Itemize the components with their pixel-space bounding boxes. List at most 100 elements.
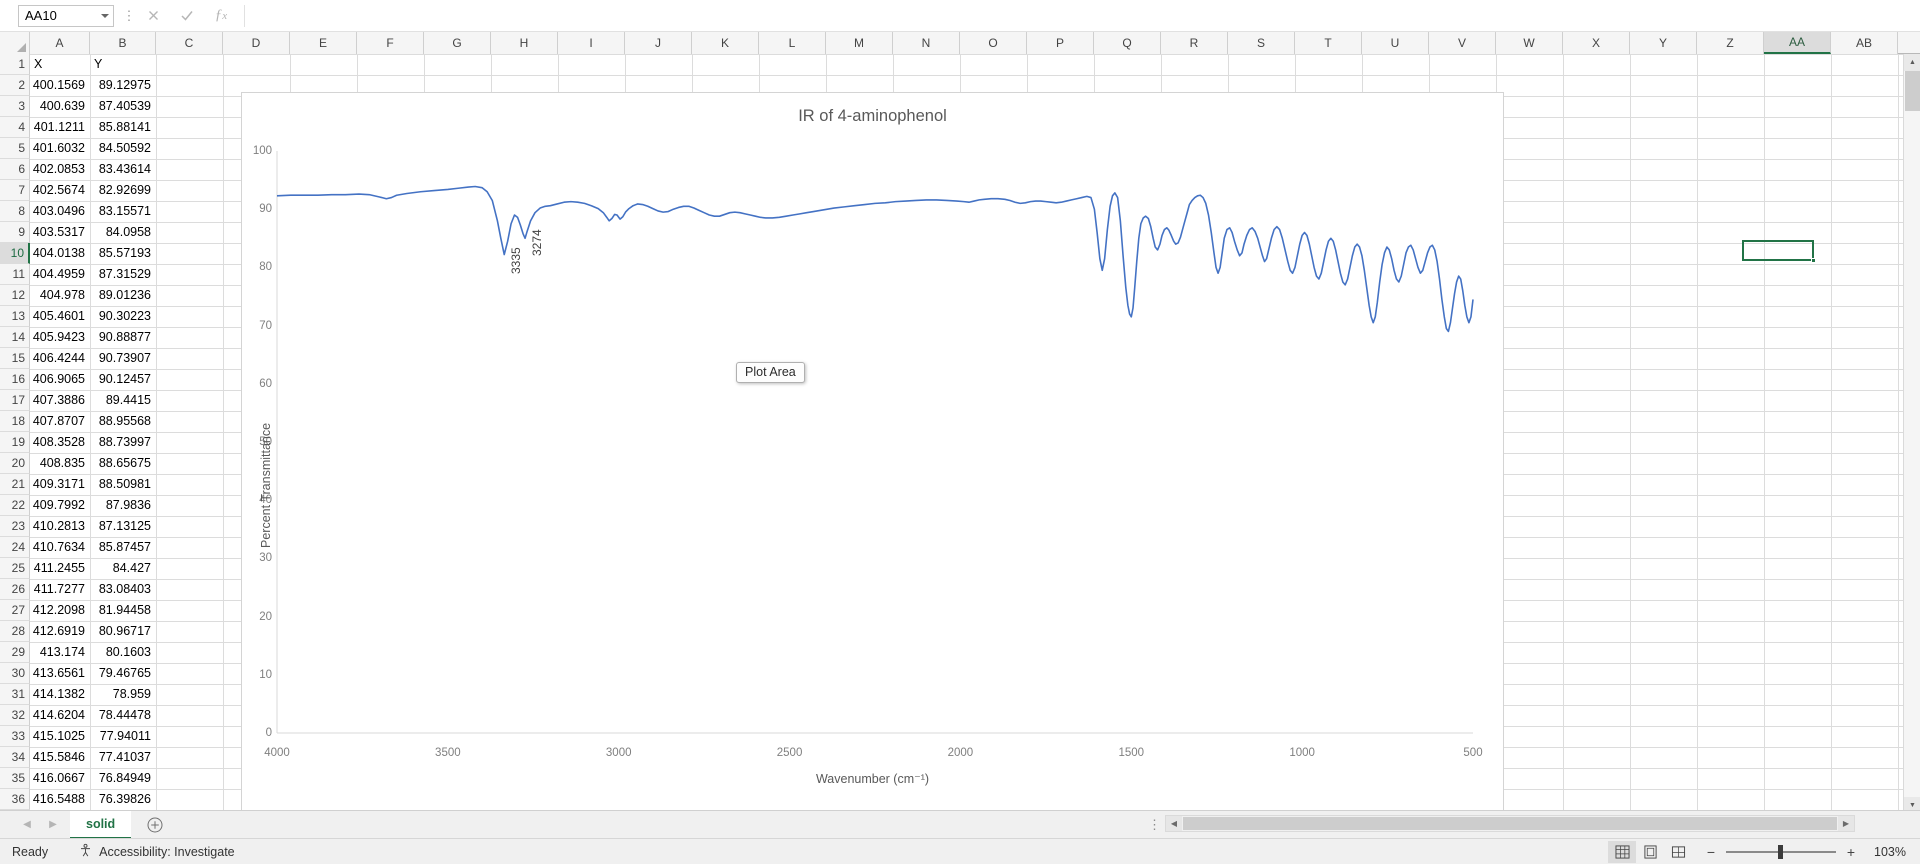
row-header-14[interactable]: 14 <box>0 327 30 348</box>
row-header-30[interactable]: 30 <box>0 663 30 684</box>
cell-B6[interactable]: 83.43614 <box>90 159 156 179</box>
column-header-Q[interactable]: Q <box>1094 32 1161 54</box>
cell-A1[interactable]: X <box>30 54 90 74</box>
cell-B35[interactable]: 76.84949 <box>90 768 156 788</box>
row-header-32[interactable]: 32 <box>0 705 30 726</box>
column-header-I[interactable]: I <box>558 32 625 54</box>
cell-B16[interactable]: 90.12457 <box>90 369 156 389</box>
cell-A27[interactable]: 412.2098 <box>30 600 90 620</box>
row-header-25[interactable]: 25 <box>0 558 30 579</box>
page-layout-view-icon[interactable] <box>1636 841 1664 863</box>
cell-A30[interactable]: 413.6561 <box>30 663 90 683</box>
cell-A31[interactable]: 414.1382 <box>30 684 90 704</box>
cell-B11[interactable]: 87.31529 <box>90 264 156 284</box>
row-header-15[interactable]: 15 <box>0 348 30 369</box>
row-header-11[interactable]: 11 <box>0 264 30 285</box>
cell-B9[interactable]: 84.0958 <box>90 222 156 242</box>
row-header-3[interactable]: 3 <box>0 96 30 117</box>
y-axis-title[interactable]: Percent Transmittance <box>259 423 273 548</box>
horizontal-scroll-thumb[interactable] <box>1183 817 1837 830</box>
cell-B18[interactable]: 88.95568 <box>90 411 156 431</box>
cell-B31[interactable]: 78.959 <box>90 684 156 704</box>
cell-A11[interactable]: 404.4959 <box>30 264 90 284</box>
row-header-7[interactable]: 7 <box>0 180 30 201</box>
cell-B36[interactable]: 76.39826 <box>90 789 156 809</box>
cell-B8[interactable]: 83.15571 <box>90 201 156 221</box>
column-header-W[interactable]: W <box>1496 32 1563 54</box>
spreadsheet-grid[interactable]: 1 2 3 4 5 6 7 8 9 10 11 12 13 14 15 16 17 18 19 20 21 22 23 24 2… <box>0 54 1920 814</box>
cell-B27[interactable]: 81.94458 <box>90 600 156 620</box>
column-header-C[interactable]: C <box>156 32 223 54</box>
normal-view-icon[interactable] <box>1608 841 1636 863</box>
column-header-F[interactable]: F <box>357 32 424 54</box>
cell-A5[interactable]: 401.6032 <box>30 138 90 158</box>
row-header-9[interactable]: 9 <box>0 222 30 243</box>
row-header-36[interactable]: 36 <box>0 789 30 810</box>
zoom-out-button[interactable]: − <box>1704 844 1718 860</box>
cell-B22[interactable]: 87.9836 <box>90 495 156 515</box>
vertical-scrollbar[interactable]: ▲ ▼ <box>1903 54 1920 814</box>
cell-A35[interactable]: 416.0667 <box>30 768 90 788</box>
row-header-1[interactable]: 1 <box>0 54 30 75</box>
cell-A20[interactable]: 408.835 <box>30 453 90 473</box>
row-header-18[interactable]: 18 <box>0 411 30 432</box>
column-header-Y[interactable]: Y <box>1630 32 1697 54</box>
cell-B29[interactable]: 80.1603 <box>90 642 156 662</box>
row-header-35[interactable]: 35 <box>0 768 30 789</box>
close-icon[interactable] <box>136 4 170 28</box>
column-header-P[interactable]: P <box>1027 32 1094 54</box>
row-header-31[interactable]: 31 <box>0 684 30 705</box>
hscroll-left-button[interactable]: ◀ <box>1166 816 1182 831</box>
row-header-22[interactable]: 22 <box>0 495 30 516</box>
cell-A25[interactable]: 411.2455 <box>30 558 90 578</box>
hscroll-right-button[interactable]: ▶ <box>1838 816 1854 831</box>
column-header-E[interactable]: E <box>290 32 357 54</box>
cell-A4[interactable]: 401.1211 <box>30 117 90 137</box>
row-header-23[interactable]: 23 <box>0 516 30 537</box>
row-header-4[interactable]: 4 <box>0 117 30 138</box>
cell-A29[interactable]: 413.174 <box>30 642 90 662</box>
vertical-scroll-thumb[interactable] <box>1905 71 1920 111</box>
cell-A26[interactable]: 411.7277 <box>30 579 90 599</box>
cell-A6[interactable]: 402.0853 <box>30 159 90 179</box>
column-header-X[interactable]: X <box>1563 32 1630 54</box>
row-header-6[interactable]: 6 <box>0 159 30 180</box>
chart-plot[interactable] <box>242 93 1505 814</box>
cell-A15[interactable]: 406.4244 <box>30 348 90 368</box>
formula-input[interactable] <box>244 4 1920 27</box>
cell-A3[interactable]: 400.639 <box>30 96 90 116</box>
row-header-12[interactable]: 12 <box>0 285 30 306</box>
cell-B5[interactable]: 84.50592 <box>90 138 156 158</box>
cell-A13[interactable]: 405.4601 <box>30 306 90 326</box>
plus-circle-icon[interactable] <box>141 812 169 838</box>
zoom-slider[interactable] <box>1726 845 1836 859</box>
tab-overflow-ellipsis[interactable]: ⋮ <box>1148 817 1161 833</box>
row-header-26[interactable]: 26 <box>0 579 30 600</box>
sheet-tab-solid[interactable]: solid <box>70 810 132 839</box>
column-header-U[interactable]: U <box>1362 32 1429 54</box>
cell-A33[interactable]: 415.1025 <box>30 726 90 746</box>
chart-container[interactable]: IR of 4-aminophenol 4000 3500 3000 2500 2000… <box>241 92 1504 814</box>
fx-icon[interactable]: ƒx <box>204 4 238 28</box>
column-header-D[interactable]: D <box>223 32 290 54</box>
column-header-A[interactable]: A <box>30 32 90 54</box>
select-all-corner[interactable] <box>0 32 30 54</box>
cell-B17[interactable]: 89.4415 <box>90 390 156 410</box>
cell-selection-AA10[interactable] <box>1742 240 1814 261</box>
row-header-5[interactable]: 5 <box>0 138 30 159</box>
cell-B4[interactable]: 85.88141 <box>90 117 156 137</box>
cell-A32[interactable]: 414.6204 <box>30 705 90 725</box>
cell-A36[interactable]: 416.5488 <box>30 789 90 809</box>
cell-A23[interactable]: 410.2813 <box>30 516 90 536</box>
chevron-left-icon[interactable]: ◀ <box>14 814 40 836</box>
cell-B7[interactable]: 82.92699 <box>90 180 156 200</box>
cell-B25[interactable]: 84.427 <box>90 558 156 578</box>
zoom-in-button[interactable]: + <box>1844 844 1858 860</box>
cell-A2[interactable]: 400.1569 <box>30 75 90 95</box>
row-header-2[interactable]: 2 <box>0 75 30 96</box>
cell-B28[interactable]: 80.96717 <box>90 621 156 641</box>
cell-A7[interactable]: 402.5674 <box>30 180 90 200</box>
zoom-percent-label[interactable]: 103% <box>1866 845 1906 859</box>
check-icon[interactable] <box>170 4 204 28</box>
cell-B21[interactable]: 88.50981 <box>90 474 156 494</box>
